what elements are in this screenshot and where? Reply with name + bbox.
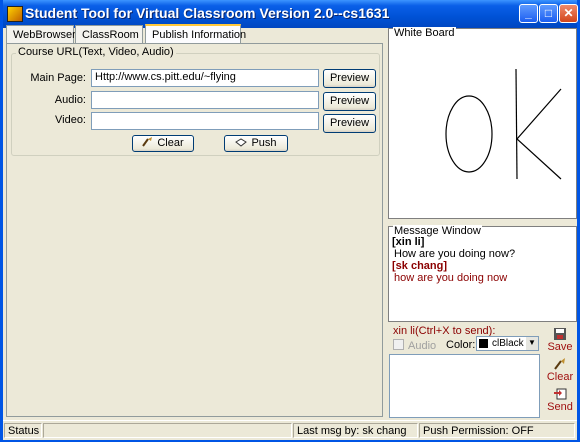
send-label: Send: [547, 401, 573, 413]
audio-checkbox[interactable]: Audio: [393, 339, 436, 352]
audio-preview-button[interactable]: Preview: [323, 92, 376, 111]
message-text: How are you doing now?: [394, 248, 516, 260]
left-panel: WebBrowser ClassRoom Publish Information…: [3, 24, 386, 420]
chevron-down-icon[interactable]: ▼: [526, 337, 538, 350]
course-url-legend: Course URL(Text, Video, Audio): [16, 46, 176, 58]
whiteboard-drawing: [445, 68, 562, 180]
broom-icon: [554, 358, 565, 370]
drawn-letter-k-stem: [515, 68, 518, 180]
title-bar[interactable]: Student Tool for Virtual Classroom Versi…: [3, 0, 578, 28]
tab-publish-information[interactable]: Publish Information: [145, 24, 246, 44]
last-message-status: Last msg by: sk chang: [293, 423, 418, 438]
tab-classroom[interactable]: ClassRoom: [75, 25, 143, 43]
message-sender: [sk chang]: [392, 260, 448, 272]
video-input[interactable]: [91, 112, 319, 130]
clear-url-label: Clear: [157, 137, 184, 149]
color-label: Color:: [446, 339, 476, 351]
main-page-preview-button[interactable]: Preview: [323, 69, 376, 88]
right-panel: White Board Message Window [xin li] How …: [386, 25, 577, 420]
drawn-letter-k-arms: [516, 88, 562, 180]
clear-url-button[interactable]: Clear: [132, 135, 194, 152]
audio-input[interactable]: [91, 91, 319, 109]
save-label: Save: [547, 341, 573, 353]
message-text: how are you doing now: [394, 272, 508, 284]
message-sender: [xin li]: [392, 236, 425, 248]
push-icon: [235, 138, 248, 147]
audio-checkbox-label: Audio: [408, 340, 437, 352]
status-text: Status: [4, 423, 42, 438]
course-url-group: Course URL(Text, Video, Audio) Main Page…: [11, 46, 380, 156]
color-value: clBlack: [492, 338, 524, 349]
broom-icon: [142, 137, 153, 147]
color-swatch: [479, 339, 488, 348]
app-window: Student Tool for Virtual Classroom Versi…: [0, 0, 580, 442]
video-preview-button[interactable]: Preview: [323, 114, 376, 133]
audio-checkbox-box[interactable]: [393, 339, 404, 350]
minimize-button[interactable]: _: [519, 4, 538, 23]
drawn-letter-o: [445, 95, 493, 173]
app-icon: [7, 6, 23, 22]
whiteboard[interactable]: White Board: [388, 27, 577, 219]
maximize-button[interactable]: □: [539, 4, 558, 23]
save-button[interactable]: Save: [543, 327, 577, 353]
clear-message-button[interactable]: Clear: [543, 357, 577, 383]
send-icon: [554, 388, 567, 400]
status-bar: Status Last msg by: sk chang Push Permis…: [3, 420, 577, 440]
clear-message-label: Clear: [546, 371, 574, 383]
send-button[interactable]: Send: [543, 387, 577, 413]
save-icon: [554, 328, 566, 340]
compose-area: xin li(Ctrl+X to send): Audio Color: clB…: [388, 323, 577, 420]
main-page-label: Main Page:: [30, 72, 86, 84]
push-button[interactable]: Push: [224, 135, 288, 152]
message-list: [xin li] How are you doing now? [sk chan…: [392, 236, 574, 284]
tab-webbrowser[interactable]: WebBrowser: [6, 25, 76, 43]
video-label: Video:: [55, 114, 86, 126]
message-window[interactable]: Message Window [xin li] How are you doin…: [388, 225, 577, 322]
close-button[interactable]: ✕: [559, 4, 578, 23]
status-spacer: [43, 423, 292, 438]
main-page-input[interactable]: Http://www.cs.pitt.edu/~flying: [91, 69, 319, 87]
push-label: Push: [251, 137, 277, 149]
audio-label: Audio:: [54, 94, 86, 106]
color-select[interactable]: clBlack ▼: [476, 336, 539, 351]
compose-input[interactable]: [389, 354, 540, 418]
push-permission-status: Push Permission: OFF: [419, 423, 575, 438]
window-title: Student Tool for Virtual Classroom Versi…: [25, 5, 390, 21]
publish-information-panel: Course URL(Text, Video, Audio) Main Page…: [6, 43, 383, 417]
